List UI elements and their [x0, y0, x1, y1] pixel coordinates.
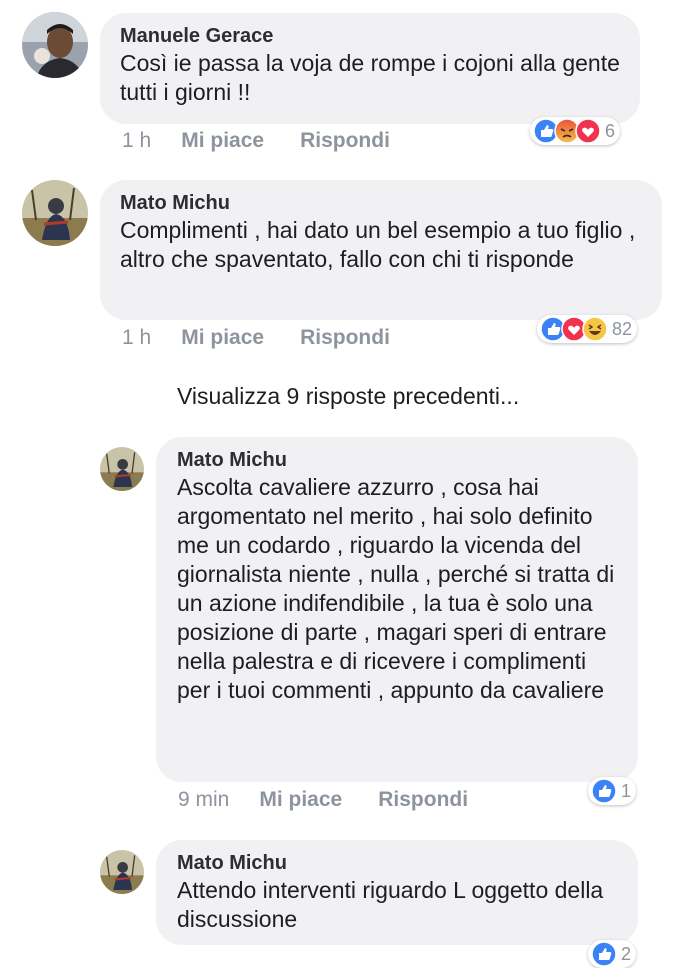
reply-author[interactable]: Mato Michu	[177, 850, 620, 876]
reply-time[interactable]: 9 min	[178, 788, 229, 812]
reply-author[interactable]: Mato Michu	[177, 447, 624, 473]
comment-time[interactable]: 1 h	[122, 129, 151, 153]
like-link[interactable]: Mi piace	[259, 788, 342, 812]
love-icon	[575, 118, 601, 144]
reply-text: Attendo interventi riguardo L oggetto de…	[177, 877, 604, 932]
comment-author[interactable]: Mato Michu	[120, 190, 644, 216]
reply-text: Ascolta cavaliere azzurro , cosa hai arg…	[177, 474, 615, 703]
comment-bubble: Mato Michu Complimenti , hai dato un bel…	[100, 180, 662, 320]
like-icon	[591, 778, 617, 804]
comment-actions: 1 h Mi piace Rispondi	[122, 129, 390, 153]
comment-author[interactable]: Manuele Gerace	[120, 23, 622, 49]
reaction-summary[interactable]: 6	[530, 117, 621, 145]
reply-link[interactable]: Rispondi	[378, 788, 468, 812]
reply-link[interactable]: Rispondi	[300, 129, 390, 153]
reply-link[interactable]: Rispondi	[300, 326, 390, 350]
reaction-summary[interactable]: 82	[537, 315, 638, 343]
comment-time[interactable]: 1 h	[122, 326, 151, 350]
reply-bubble: Mato Michu Attendo interventi riguardo L…	[156, 840, 638, 945]
reply-bubble: Mato Michu Ascolta cavaliere azzurro , c…	[156, 437, 638, 782]
reaction-count: 6	[605, 120, 616, 141]
comment-text: Complimenti , hai dato un bel esempio a …	[120, 217, 636, 272]
comment-bubble: Manuele Gerace Così ie passa la voja de …	[100, 13, 640, 124]
avatar[interactable]	[100, 850, 144, 894]
reaction-summary[interactable]: 2	[588, 940, 637, 968]
avatar[interactable]	[22, 180, 88, 246]
haha-icon	[582, 316, 608, 342]
view-previous-replies-link[interactable]: Visualizza 9 risposte precedenti...	[177, 383, 519, 410]
reaction-summary[interactable]: 1	[588, 777, 637, 805]
like-link[interactable]: Mi piace	[181, 129, 264, 153]
avatar[interactable]	[22, 12, 88, 78]
reply-actions: 9 min Mi piace Rispondi	[178, 788, 468, 812]
reaction-count: 2	[621, 943, 632, 964]
reaction-count: 1	[621, 780, 632, 801]
like-link[interactable]: Mi piace	[181, 326, 264, 350]
like-icon	[591, 941, 617, 967]
comment-actions: 1 h Mi piace Rispondi	[122, 326, 390, 350]
comment-text: Così ie passa la voja de rompe i cojoni …	[120, 50, 620, 105]
reaction-count: 82	[612, 318, 633, 339]
avatar[interactable]	[100, 447, 144, 491]
